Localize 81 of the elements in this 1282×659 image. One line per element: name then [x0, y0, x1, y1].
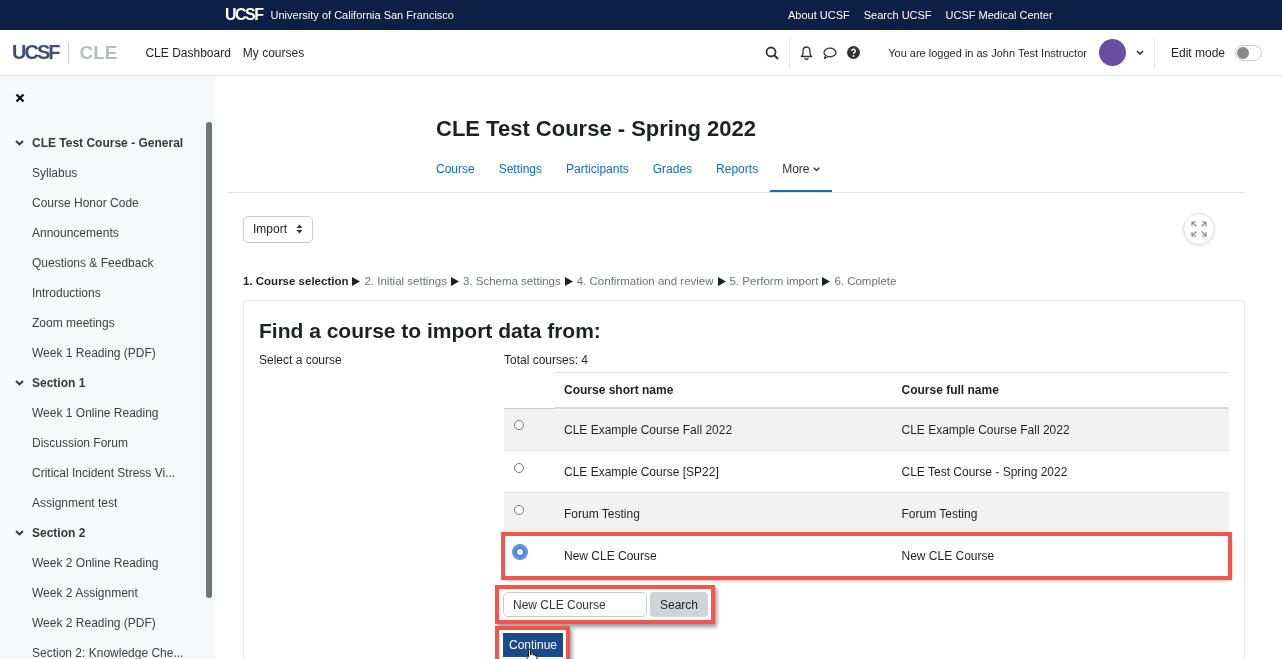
course-title: CLE Test Course - Spring 2022 [436, 116, 757, 142]
activity-link[interactable]: Syllabus [0, 158, 215, 188]
triangle-icon [450, 276, 459, 286]
top-link[interactable]: UCSF Medical Center [945, 9, 1053, 21]
total-courses-text: Total courses: 4 [504, 353, 589, 367]
radio-button[interactable] [514, 545, 526, 558]
nav-link[interactable]: CLE Dashboard [145, 45, 231, 60]
triangle-icon [822, 276, 831, 286]
chat-bubble-icon[interactable] [823, 46, 838, 59]
nav-tab[interactable]: Reports [704, 162, 771, 192]
edit-mode-toggle[interactable] [1235, 44, 1262, 61]
table-cell: CLE Example Course Fall 2022 [891, 408, 1229, 451]
activity-link[interactable]: Discussion Forum [0, 428, 215, 458]
chevron-icon[interactable] [15, 380, 24, 386]
activity-link[interactable]: Zoom meetings [0, 308, 215, 338]
radio-button[interactable] [514, 420, 524, 431]
import-select[interactable]: Import [243, 215, 313, 243]
ucsf-logo[interactable]: UCSF [12, 41, 59, 64]
chevron-icon[interactable] [15, 140, 24, 146]
nav-tab[interactable]: Grades [640, 162, 705, 192]
table-cell: Forum Testing [891, 492, 1229, 535]
activity-link[interactable]: Critical Incident Stress Vi... [0, 458, 215, 488]
expand-icon [1191, 221, 1207, 237]
nav-tab[interactable]: Course [436, 162, 487, 192]
activity-link[interactable]: Week 1 Reading (PDF) [0, 338, 215, 368]
caret-icon [813, 166, 821, 172]
bell-icon[interactable] [800, 45, 814, 60]
triangle-icon [717, 276, 726, 286]
activity-link[interactable]: Questions & Feedback [0, 248, 215, 278]
edit-mode-label: Edit mode [1170, 45, 1225, 60]
table-cell: New CLE Course [891, 534, 1229, 577]
section-link[interactable]: Section 2 [32, 526, 86, 540]
university-name: University of California San Francisco [270, 9, 454, 21]
sort-caret-icon [296, 224, 303, 234]
continue-button[interactable]: Continue [503, 633, 564, 657]
hand-cursor-icon [526, 648, 538, 659]
step-label: 3. Schema settings [462, 275, 561, 287]
activity-link[interactable]: Week 2 Assignment [0, 578, 215, 608]
ucsf-logo[interactable]: UCSF [225, 6, 263, 24]
section-link[interactable]: Section 1 [32, 376, 86, 390]
activity-link[interactable]: Announcements [0, 218, 215, 248]
chevron-icon[interactable] [15, 530, 24, 536]
section-link[interactable]: CLE Test Course - General [32, 136, 184, 150]
top-link[interactable]: Search UCSF [863, 9, 932, 21]
scrollbar[interactable] [206, 122, 212, 598]
avatar[interactable] [1098, 39, 1126, 66]
field-label: Select a course [259, 353, 343, 369]
activity-link[interactable]: Introductions [0, 278, 215, 308]
caret-icon[interactable] [1135, 49, 1144, 56]
search-field[interactable]: New CLE Course [503, 592, 647, 617]
search-icon[interactable] [765, 45, 780, 60]
table-cell: New CLE Course [554, 534, 892, 577]
close-icon[interactable] [15, 93, 25, 103]
nav-link[interactable]: My courses [242, 45, 305, 60]
step-label: 1. Course selection [243, 275, 349, 287]
nav-tab[interactable]: Participants [554, 162, 641, 192]
radio-button[interactable] [514, 504, 524, 515]
triangle-icon [564, 276, 573, 286]
activity-link[interactable]: Week 1 Online Reading [0, 398, 215, 428]
activity-link[interactable]: Course Honor Code [0, 188, 215, 218]
step-label: 6. Complete [834, 275, 897, 287]
triangle-icon [352, 276, 361, 286]
step-label: 4. Confirmation and review [576, 275, 714, 287]
activity-link[interactable]: Week 2 Online Reading [0, 548, 215, 578]
nav-tab[interactable]: Settings [486, 162, 555, 192]
table-cell: Forum Testing [554, 492, 892, 535]
step-label: 5. Perform import [729, 275, 819, 287]
activity-link[interactable]: Assignment test [0, 488, 215, 518]
logged-in-text: You are logged in as John Test Instructor [888, 46, 1087, 59]
search-button[interactable]: Search [650, 592, 709, 617]
table-cell: CLE Example Course [SP22] [554, 450, 892, 493]
table-cell: CLE Test Course - Spring 2022 [891, 450, 1229, 493]
step-label: 2. Initial settings [364, 275, 447, 287]
help-icon[interactable] [847, 46, 861, 59]
top-link[interactable]: About UCSF [787, 9, 850, 21]
nav-tab[interactable]: More [770, 162, 833, 192]
radio-button[interactable] [514, 462, 524, 473]
activity-link[interactable]: Week 2 Reading (PDF) [0, 608, 215, 638]
form-heading: Find a course to import data from: [259, 319, 602, 343]
activity-link[interactable]: Section 2: Knowledge Che... [0, 638, 215, 659]
table-cell: CLE Example Course Fall 2022 [554, 408, 892, 451]
